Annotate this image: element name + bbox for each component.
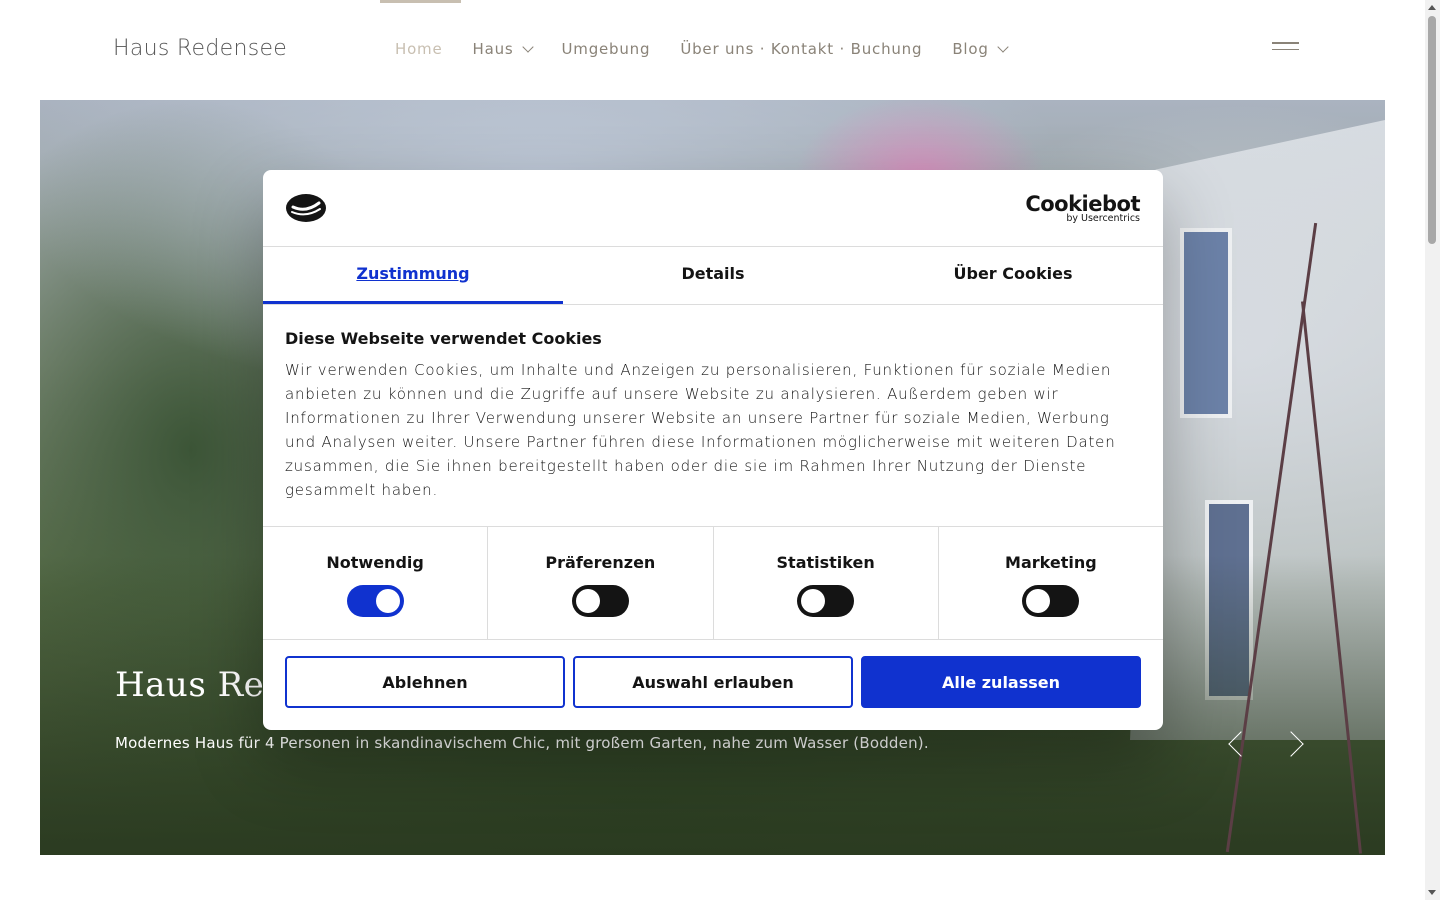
toggle-group-marketing: Marketing bbox=[939, 527, 1163, 639]
dialog-header: Cookiebot by Usercentrics bbox=[263, 170, 1163, 247]
active-nav-indicator bbox=[380, 0, 461, 3]
scroll-down-icon[interactable] bbox=[1428, 890, 1436, 895]
toggle-label: Statistiken bbox=[776, 553, 875, 572]
nav-haus[interactable]: Haus bbox=[472, 40, 534, 58]
toggle-group-statistiken: Statistiken bbox=[714, 527, 939, 639]
dialog-title: Diese Webseite verwendet Cookies bbox=[285, 329, 602, 348]
hero-subtitle: Modernes Haus für 4 Personen in skandina… bbox=[115, 734, 929, 752]
dialog-body: Diese Webseite verwendet Cookies Wir ver… bbox=[263, 305, 1163, 526]
dialog-tabs: Zustimmung Details Über Cookies bbox=[263, 247, 1163, 305]
allow-all-button[interactable]: Alle zulassen bbox=[861, 656, 1141, 708]
nav-umgebung-label: Umgebung bbox=[561, 40, 651, 58]
toggle-label: Präferenzen bbox=[545, 553, 656, 572]
menu-icon[interactable] bbox=[1272, 42, 1299, 56]
toggle-notwendig[interactable] bbox=[346, 585, 404, 617]
toggle-label: Marketing bbox=[1005, 553, 1097, 572]
chevron-down-icon bbox=[997, 41, 1009, 53]
cookie-consent-dialog: Cookiebot by Usercentrics Zustimmung Det… bbox=[263, 170, 1163, 730]
dialog-text: Wir verwenden Cookies, um Inhalte und An… bbox=[285, 361, 1116, 499]
cookie-logo-icon bbox=[286, 194, 326, 222]
allow-selection-button[interactable]: Auswahl erlauben bbox=[573, 656, 853, 708]
nav-haus-label: Haus bbox=[472, 40, 514, 58]
scroll-up-icon[interactable] bbox=[1428, 5, 1436, 10]
nav-home[interactable]: Home bbox=[395, 40, 443, 58]
dialog-actions: Ablehnen Auswahl erlauben Alle zulassen bbox=[263, 640, 1163, 724]
decline-button[interactable]: Ablehnen bbox=[285, 656, 565, 708]
nav-home-label: Home bbox=[395, 40, 443, 58]
nav-blog-label: Blog bbox=[952, 40, 989, 58]
site-header: Haus Redensee Home Haus Umgebung Über un… bbox=[0, 0, 1425, 100]
nav-umgebung[interactable]: Umgebung bbox=[562, 40, 651, 58]
nav-blog[interactable]: Blog bbox=[952, 40, 1009, 58]
tab-zustimmung[interactable]: Zustimmung bbox=[263, 247, 563, 304]
toggle-group-notwendig: Notwendig bbox=[263, 527, 489, 639]
house-window-image bbox=[1180, 228, 1232, 418]
scroll-thumb[interactable] bbox=[1428, 16, 1436, 244]
nav-ueber-uns[interactable]: Über uns · Kontakt · Buchung bbox=[680, 40, 922, 58]
toggle-statistiken[interactable] bbox=[797, 585, 855, 617]
toggle-label: Notwendig bbox=[326, 553, 424, 572]
toggle-marketing[interactable] bbox=[1022, 585, 1080, 617]
nav-ueber-uns-label: Über uns · Kontakt · Buchung bbox=[680, 40, 923, 58]
site-title[interactable]: Haus Redensee bbox=[113, 36, 287, 61]
toggle-praeferenzen[interactable] bbox=[571, 585, 629, 617]
toggle-group-praeferenzen: Präferenzen bbox=[488, 527, 714, 639]
tab-ueber-cookies[interactable]: Über Cookies bbox=[863, 247, 1163, 304]
page-scrollbar[interactable] bbox=[1425, 0, 1440, 900]
cookiebot-logo[interactable]: Cookiebot by Usercentrics bbox=[1025, 192, 1140, 224]
tab-details[interactable]: Details bbox=[563, 247, 863, 304]
consent-toggles: Notwendig Präferenzen Statistiken Market… bbox=[263, 526, 1163, 640]
chevron-down-icon bbox=[521, 41, 534, 53]
main-nav: Home Haus Umgebung Über uns · Kontakt · … bbox=[395, 40, 1037, 58]
